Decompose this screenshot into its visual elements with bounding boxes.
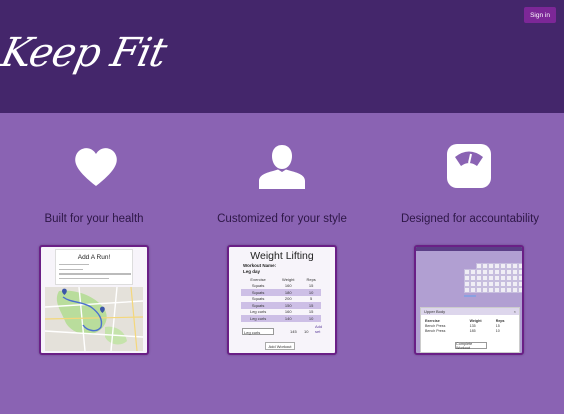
calendar-day xyxy=(470,269,476,275)
exercise-input[interactable]: Leg curls xyxy=(242,328,274,335)
sets-table: Exercise Weight Reps Squats 160 15 Squat… xyxy=(241,276,321,322)
calendar-day xyxy=(500,275,506,281)
calendar-day xyxy=(470,275,476,281)
route-map xyxy=(45,287,143,351)
calendar-day xyxy=(470,287,476,293)
calendar-day xyxy=(488,281,494,287)
panel-title: Upper Body xyxy=(421,308,519,315)
calendar-day xyxy=(494,263,500,269)
calendar-day xyxy=(488,275,494,281)
cell: 10 xyxy=(495,328,500,333)
calendar-day xyxy=(512,287,518,293)
heart-icon xyxy=(75,148,117,186)
calendar-day xyxy=(482,263,488,269)
calendar-day xyxy=(518,269,522,275)
exercise-input-value: Leg curls xyxy=(244,330,261,335)
calendar-day xyxy=(488,263,494,269)
calendar-day xyxy=(506,269,512,275)
calendar-day xyxy=(500,281,506,287)
accountability-preview-thumbnail: Upper Body × Exercise Weight Reps Bench … xyxy=(414,245,524,355)
workout-detail-table: Exercise Weight Reps Bench Press 135 15 … xyxy=(425,318,515,333)
calendar-day xyxy=(518,275,522,281)
calendar-day xyxy=(512,281,518,287)
calendar-day xyxy=(482,287,488,293)
site-header: Keep Fit Sign in xyxy=(0,0,564,113)
add-workout-button[interactable]: Add Workout xyxy=(265,342,295,350)
cell: 10 xyxy=(301,315,321,322)
calendar-day xyxy=(500,287,506,293)
calendar-day xyxy=(506,287,512,293)
calendar-day xyxy=(512,263,518,269)
add-set-link[interactable]: Add set xyxy=(315,324,324,334)
calendar-day xyxy=(476,287,482,293)
run-form-lines xyxy=(59,264,131,283)
calendar-day xyxy=(482,269,488,275)
cell: 140 xyxy=(275,315,302,322)
reps-input[interactable]: 10 xyxy=(304,329,308,334)
calendar-day xyxy=(500,269,506,275)
calendar-day xyxy=(476,263,482,269)
cell: Leg curls xyxy=(241,315,276,322)
calendar-day xyxy=(488,287,494,293)
calendar-day xyxy=(464,269,470,275)
table-row: Leg curls 140 10 xyxy=(241,315,321,322)
feature-label-accountability: Designed for accountability xyxy=(400,213,540,225)
calendar-day xyxy=(494,287,500,293)
workout-name-label: Workout Name: xyxy=(243,263,277,268)
scale-icon xyxy=(447,144,491,188)
calendar-day xyxy=(464,275,470,281)
calendar-day xyxy=(464,281,470,287)
calendar-day xyxy=(506,281,512,287)
run-form-card: Add A Run! xyxy=(55,249,133,285)
calendar-day xyxy=(512,269,518,275)
calendar-day xyxy=(470,281,476,287)
weight-lifting-title: Weight Lifting xyxy=(250,250,314,262)
calendar-day xyxy=(464,287,470,293)
feature-label-health: Built for your health xyxy=(44,213,144,225)
weight-lifting-preview-thumbnail: Weight Lifting Workout Name: Leg day Exe… xyxy=(227,245,337,355)
calendar-day xyxy=(494,275,500,281)
calendar-day xyxy=(506,263,512,269)
calendar-day xyxy=(482,281,488,287)
feature-label-style: Customized for your style xyxy=(217,213,347,225)
workout-day-label: Leg day xyxy=(243,269,261,274)
complete-workout-button[interactable]: Complete Workout xyxy=(455,342,487,350)
weight-input[interactable]: 145 xyxy=(290,329,297,334)
close-icon[interactable]: × xyxy=(514,308,516,315)
workout-detail-panel: Upper Body × Exercise Weight Reps Bench … xyxy=(420,307,520,353)
table-row: Bench Press 185 10 xyxy=(425,328,515,333)
calendar-day xyxy=(488,269,494,275)
run-form-title: Add A Run! xyxy=(77,254,111,261)
calendar-day xyxy=(482,275,488,281)
calendar-day xyxy=(512,275,518,281)
calendar-day xyxy=(518,287,522,293)
cell: 185 xyxy=(469,328,476,333)
calendar-day xyxy=(500,263,506,269)
calendar-day xyxy=(506,275,512,281)
calendar-day xyxy=(476,269,482,275)
new-set-row: Leg curls 145 10 Add set xyxy=(242,324,324,336)
calendar-day xyxy=(494,281,500,287)
logo: Keep Fit xyxy=(0,30,170,76)
cell: Bench Press xyxy=(425,328,446,333)
calendar-day xyxy=(494,269,500,275)
calendar-day xyxy=(518,263,522,269)
calendar-day xyxy=(476,275,482,281)
calendar-day xyxy=(476,281,482,287)
calendar-day xyxy=(518,281,522,287)
person-icon xyxy=(259,145,305,189)
run-preview-thumbnail: Add A Run! xyxy=(39,245,149,355)
sign-in-button[interactable]: Sign in xyxy=(524,7,556,23)
